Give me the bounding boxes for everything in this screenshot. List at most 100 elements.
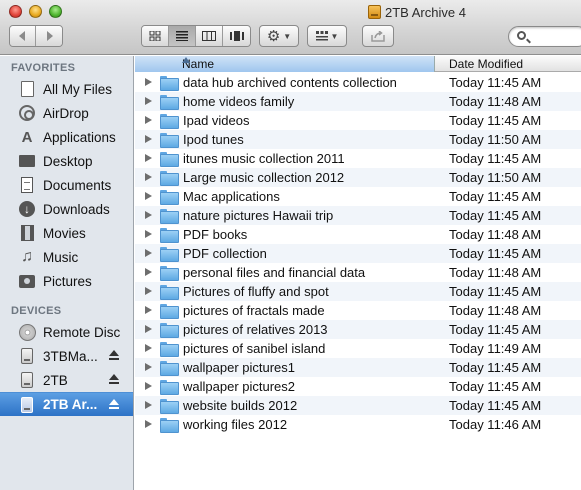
sidebar-item-desktop[interactable]: Desktop: [0, 149, 133, 173]
sidebar-item-downloads[interactable]: ↓ Downloads: [0, 197, 133, 221]
column-header-date-modified[interactable]: Date Modified: [449, 57, 523, 71]
search-field[interactable]: [508, 26, 581, 47]
favorites-header: FAVORITES: [11, 62, 76, 74]
table-row[interactable]: itunes music collection 2011 Today 11:45 …: [135, 149, 581, 168]
disclosure-triangle-icon[interactable]: [145, 78, 152, 86]
row-name: data hub archived contents collection: [183, 75, 397, 90]
disclosure-triangle-icon[interactable]: [145, 363, 152, 371]
eject-icon[interactable]: [108, 350, 120, 362]
disclosure-triangle-icon[interactable]: [145, 135, 152, 143]
disc-icon: [18, 323, 36, 341]
disclosure-triangle-icon[interactable]: [145, 325, 152, 333]
table-row[interactable]: website builds 2012 Today 11:45 AM: [135, 396, 581, 415]
pictures-icon: [18, 272, 36, 290]
all-files-icon: [18, 80, 36, 98]
arrange-menu-button[interactable]: ▼: [307, 25, 347, 47]
table-row[interactable]: PDF books Today 11:48 AM: [135, 225, 581, 244]
list-view-button[interactable]: [169, 26, 196, 46]
share-button[interactable]: [362, 25, 394, 47]
eject-icon[interactable]: [108, 399, 120, 411]
minimize-window-button[interactable]: [29, 5, 42, 18]
sidebar-item-remote-disc[interactable]: Remote Disc: [0, 320, 133, 344]
disclosure-triangle-icon[interactable]: [145, 192, 152, 200]
folder-icon: [160, 418, 179, 433]
sidebar-item-pictures[interactable]: Pictures: [0, 269, 133, 293]
sidebar-item-movies[interactable]: Movies: [0, 221, 133, 245]
disclosure-triangle-icon[interactable]: [145, 116, 152, 124]
sidebar-item-music[interactable]: ♫ Music: [0, 245, 133, 269]
coverflow-view-button[interactable]: [223, 26, 250, 46]
sidebar-item-label: Movies: [43, 225, 86, 241]
music-icon: ♫: [21, 248, 33, 265]
table-row[interactable]: Pictures of fluffy and spot Today 11:45 A…: [135, 282, 581, 301]
disclosure-triangle-icon[interactable]: [145, 401, 152, 409]
arrange-grid-icon: [315, 31, 328, 41]
table-row[interactable]: nature pictures Hawaii trip Today 11:45 A…: [135, 206, 581, 225]
window-toolbar: 2TB Archive 4 ⚙ ▼ ▼: [0, 0, 581, 55]
row-date-modified: Today 11:48 AM: [449, 94, 542, 109]
table-row[interactable]: Ipod tunes Today 11:50 AM: [135, 130, 581, 149]
table-row[interactable]: home videos family Today 11:48 AM: [135, 92, 581, 111]
sidebar-item-airdrop[interactable]: AirDrop: [0, 101, 133, 125]
table-row[interactable]: pictures of fractals made Today 11:48 AM: [135, 301, 581, 320]
folder-icon: [160, 114, 179, 129]
row-date-modified: Today 11:48 AM: [449, 227, 542, 242]
sidebar-item-all-my-files[interactable]: All My Files: [0, 77, 133, 101]
table-row[interactable]: Ipad videos Today 11:45 AM: [135, 111, 581, 130]
share-icon: [371, 30, 385, 42]
disclosure-triangle-icon[interactable]: [145, 268, 152, 276]
table-row[interactable]: pictures of sanibel island Today 11:49 AM: [135, 339, 581, 358]
zoom-window-button[interactable]: [49, 5, 62, 18]
sidebar-item-2tb[interactable]: 2TB: [0, 368, 133, 392]
folder-icon: [160, 285, 179, 300]
back-button[interactable]: [10, 26, 36, 46]
sidebar-item-2tb-archive[interactable]: 2TB Ar...: [0, 392, 133, 416]
disclosure-triangle-icon[interactable]: [145, 382, 152, 390]
icon-view-icon: [149, 31, 161, 41]
table-row[interactable]: Mac applications Today 11:45 AM: [135, 187, 581, 206]
row-date-modified: Today 11:45 AM: [449, 113, 542, 128]
eject-icon[interactable]: [108, 374, 120, 386]
documents-icon: [18, 176, 36, 194]
disclosure-triangle-icon[interactable]: [145, 154, 152, 162]
disclosure-triangle-icon[interactable]: [145, 344, 152, 352]
table-row[interactable]: Large music collection 2012 Today 11:50 A…: [135, 168, 581, 187]
table-row[interactable]: wallpaper pictures2 Today 11:45 AM: [135, 377, 581, 396]
row-name: Pictures of fluffy and spot: [183, 284, 329, 299]
row-name: Ipod tunes: [183, 132, 244, 147]
sidebar-item-documents[interactable]: Documents: [0, 173, 133, 197]
table-row[interactable]: PDF collection Today 11:45 AM: [135, 244, 581, 263]
table-row[interactable]: working files 2012 Today 11:46 AM: [135, 415, 581, 434]
disclosure-triangle-icon[interactable]: [145, 287, 152, 295]
table-row[interactable]: pictures of relatives 2013 Today 11:45 AM: [135, 320, 581, 339]
table-row[interactable]: wallpaper pictures1 Today 11:45 AM: [135, 358, 581, 377]
search-input[interactable]: [531, 29, 581, 44]
row-date-modified: Today 11:45 AM: [449, 322, 542, 337]
gear-icon: ⚙: [266, 28, 281, 45]
sidebar-item-label: Downloads: [43, 201, 110, 217]
sidebar-item-3tbma[interactable]: 3TBMa...: [0, 344, 133, 368]
row-date-modified: Today 11:45 AM: [449, 189, 542, 204]
forward-button[interactable]: [36, 26, 62, 46]
close-window-button[interactable]: [9, 5, 22, 18]
window-title-text: 2TB Archive 4: [385, 4, 466, 20]
icon-view-button[interactable]: [142, 26, 169, 46]
column-header-name[interactable]: Name: [135, 56, 435, 72]
sidebar-item-label: Remote Disc: [43, 324, 121, 340]
sidebar-item-applications[interactable]: A Applications: [0, 125, 133, 149]
disclosure-triangle-icon[interactable]: [145, 306, 152, 314]
disclosure-triangle-icon[interactable]: [145, 97, 152, 105]
table-row[interactable]: personal files and financial data Today 1…: [135, 263, 581, 282]
disclosure-triangle-icon[interactable]: [145, 230, 152, 238]
column-header-bar: Name Date Modified: [135, 56, 581, 72]
hard-drive-icon: [18, 347, 36, 365]
disclosure-triangle-icon[interactable]: [145, 420, 152, 428]
column-view-button[interactable]: [196, 26, 223, 46]
folder-icon: [160, 380, 179, 395]
disclosure-triangle-icon[interactable]: [145, 211, 152, 219]
action-menu-button[interactable]: ⚙ ▼: [259, 25, 299, 47]
disclosure-triangle-icon[interactable]: [145, 173, 152, 181]
disclosure-triangle-icon[interactable]: [145, 249, 152, 257]
row-date-modified: Today 11:45 AM: [449, 246, 542, 261]
table-row[interactable]: data hub archived contents collection Tod…: [135, 73, 581, 92]
